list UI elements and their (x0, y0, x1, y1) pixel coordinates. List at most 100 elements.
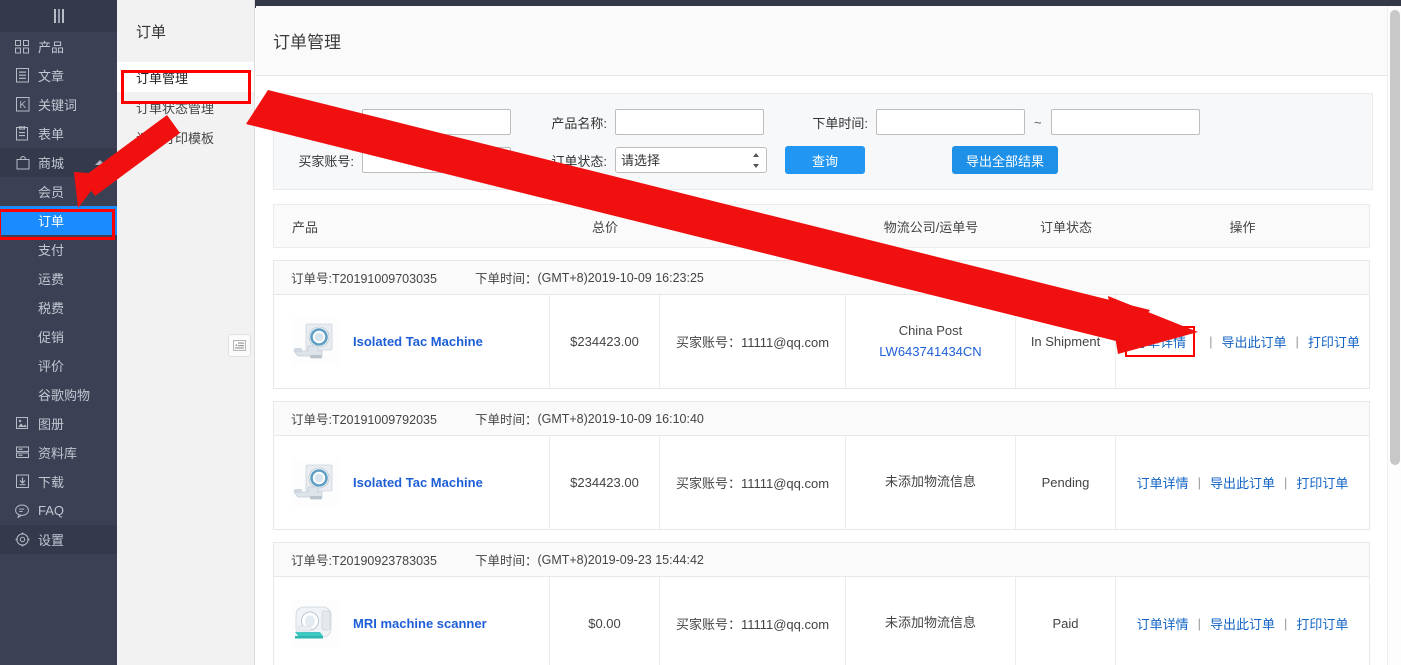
collapse-panel-icon[interactable] (228, 334, 251, 357)
filter-row-1: 订单号: 产品名称: 下单时间: ~ (288, 105, 1358, 139)
order-time-label: 下单时间: (764, 113, 868, 132)
op-link-导出此订单[interactable]: 导出此订单 (1210, 614, 1275, 633)
sidebar-item-产品[interactable]: 产品 (0, 32, 117, 61)
sidebar-item-label: 产品 (38, 37, 64, 56)
sidebar-item-税费[interactable]: 税费 (0, 293, 117, 322)
sidebar-item-label: 文章 (38, 66, 64, 85)
sidebar-item-FAQ[interactable]: FAQ (0, 496, 117, 525)
gear-icon (14, 532, 31, 547)
secondary-menu-panel: 订单 订单管理订单状态管理订单打印模板 (117, 0, 255, 665)
download-icon (14, 474, 31, 489)
sidebar-item-评价[interactable]: 评价 (0, 351, 117, 380)
sidebar-item-表单[interactable]: 表单 (0, 119, 117, 148)
page-title: 订单管理 (273, 28, 341, 53)
sidebar-item-设置[interactable]: 设置 (0, 525, 117, 554)
order-time-start-input[interactable] (876, 109, 1025, 135)
submenu-item-订单管理[interactable]: 订单管理 (117, 62, 254, 92)
sidebar-item-label: 促销 (38, 327, 64, 346)
sidebar-item-label: 关键词 (38, 95, 77, 114)
product-name-link[interactable]: Isolated Tac Machine (353, 334, 483, 349)
op-link-订单详情[interactable]: 订单详情 (1137, 473, 1189, 492)
chat-icon (14, 503, 31, 518)
vertical-scrollbar-thumb[interactable] (1390, 10, 1400, 465)
sidebar-item-label: 运费 (38, 269, 64, 288)
order-no-label: 订单号: (288, 113, 354, 132)
table-header-订单状态: 订单状态 (1016, 217, 1116, 236)
shop-bag-icon (14, 155, 31, 170)
sidebar-nav-list: 产品文章 K 关键词表单商城会员订单支付运费税费促销评价谷歌购物图册资料库下载 FAQ… (0, 32, 117, 554)
product-name-link[interactable]: Isolated Tac Machine (353, 475, 483, 490)
order-no-input[interactable] (362, 109, 511, 135)
submenu-item-订单状态管理[interactable]: 订单状态管理 (117, 92, 254, 122)
export-all-button[interactable]: 导出全部结果 (952, 146, 1058, 174)
sidebar-item-资料库[interactable]: 资料库 (0, 438, 117, 467)
submenu-item-label: 订单管理 (136, 68, 188, 87)
sidebar-item-label: 谷歌购物 (38, 385, 90, 404)
op-link-导出此订单[interactable]: 导出此订单 (1221, 332, 1286, 351)
table-header-产品: 产品 (274, 217, 550, 236)
primary-sidebar: 产品文章 K 关键词表单商城会员订单支付运费税费促销评价谷歌购物图册资料库下载 FAQ… (0, 0, 117, 665)
sidebar-item-会员[interactable]: 会员 (0, 177, 117, 206)
sidebar-item-商城[interactable]: 商城 (0, 148, 117, 177)
sidebar-item-运费[interactable]: 运费 (0, 264, 117, 293)
vertical-scrollbar[interactable] (1387, 6, 1401, 665)
product-name-link[interactable]: MRI machine scanner (353, 616, 487, 631)
sidebar-item-label: 订单 (38, 211, 64, 230)
buyer-account-input[interactable] (362, 147, 511, 173)
sidebar-item-谷歌购物[interactable]: 谷歌购物 (0, 380, 117, 409)
op-link-打印订单[interactable]: 打印订单 (1296, 614, 1348, 633)
cell-logistics: 未添加物流信息 (846, 577, 1016, 665)
cell-operations: 订单详情|导出此订单|打印订单 (1116, 436, 1369, 529)
order-block: 订单号:T20191009792035下单时间：(GMT+8)2019-10-0… (273, 401, 1370, 530)
app-root: 产品文章K关键词表单商城会员订单支付运费税费促销评价谷歌购物图册资料库下载FAQ… (0, 0, 1401, 665)
op-link-订单详情[interactable]: 订单详情 (1125, 326, 1195, 357)
order-time-value: (GMT+8)2019-10-09 16:10:40 (537, 412, 703, 426)
submenu-title: 订单 (117, 0, 254, 62)
op-link-导出此订单[interactable]: 导出此订单 (1210, 473, 1275, 492)
op-link-打印订单[interactable]: 打印订单 (1296, 473, 1348, 492)
search-button[interactable]: 查询 (785, 146, 865, 174)
order-meta-row: 订单号:T20190923783035下单时间：(GMT+8)2019-09-2… (274, 543, 1369, 577)
cell-product: Isolated Tac Machine (274, 436, 550, 529)
cell-product: MRI machine scanner (274, 577, 550, 665)
logistics-company: 未添加物流信息 (885, 472, 976, 492)
table-header-总价: 总价 (550, 217, 660, 236)
sidebar-item-下载[interactable]: 下载 (0, 467, 117, 496)
cell-total-price: $0.00 (550, 577, 660, 665)
table-header-操作: 操作 (1116, 217, 1369, 236)
product-name-input[interactable] (615, 109, 764, 135)
sidebar-item-订单[interactable]: 订单 (0, 206, 117, 235)
logistics-company: 未添加物流信息 (885, 613, 976, 633)
tracking-number-link[interactable]: LW643741434CN (879, 342, 981, 362)
op-separator: | (1209, 334, 1212, 349)
cell-buyer-account: 买家账号：11111@qq.com (660, 436, 846, 529)
op-link-打印订单[interactable]: 打印订单 (1308, 332, 1360, 351)
sidebar-item-文章[interactable]: 文章 (0, 61, 117, 90)
filter-row-2: 买家账号: 订单状态: 请选择 查询 导出全部结果 (288, 143, 1358, 177)
sidebar-item-促销[interactable]: 促销 (0, 322, 117, 351)
submenu-item-label: 订单打印模板 (136, 128, 214, 147)
op-separator: | (1284, 616, 1287, 631)
submenu-item-订单打印模板[interactable]: 订单打印模板 (117, 122, 254, 152)
ct-scanner-thumb (292, 318, 339, 365)
cell-operations: 订单详情|导出此订单|打印订单 (1116, 295, 1369, 388)
op-link-订单详情[interactable]: 订单详情 (1137, 614, 1189, 633)
cell-product: Isolated Tac Machine (274, 295, 550, 388)
sidebar-item-label: 税费 (38, 298, 64, 317)
logistics-company: China Post (879, 321, 981, 341)
order-time-end-input[interactable] (1051, 109, 1200, 135)
order-status-select-wrap: 请选择 (607, 147, 767, 173)
cell-operations: 订单详情|导出此订单|打印订单 (1116, 577, 1369, 665)
sidebar-item-label: FAQ (38, 503, 64, 518)
sidebar-item-支付[interactable]: 支付 (0, 235, 117, 264)
sidebar-item-关键词[interactable]: K 关键词 (0, 90, 117, 119)
clipboard-icon (14, 126, 31, 141)
keyword-k-icon: K (14, 97, 31, 112)
table-row: MRI machine scanner$0.00买家账号：11111@qq.co… (274, 577, 1369, 665)
sidebar-item-图册[interactable]: 图册 (0, 409, 117, 438)
sidebar-logo[interactable] (0, 0, 117, 32)
order-number: 订单号:T20190923783035 (291, 550, 437, 569)
svg-text:K: K (19, 100, 26, 111)
order-status-select[interactable]: 请选择 (615, 147, 767, 173)
sidebar-item-label: 资料库 (38, 443, 77, 462)
